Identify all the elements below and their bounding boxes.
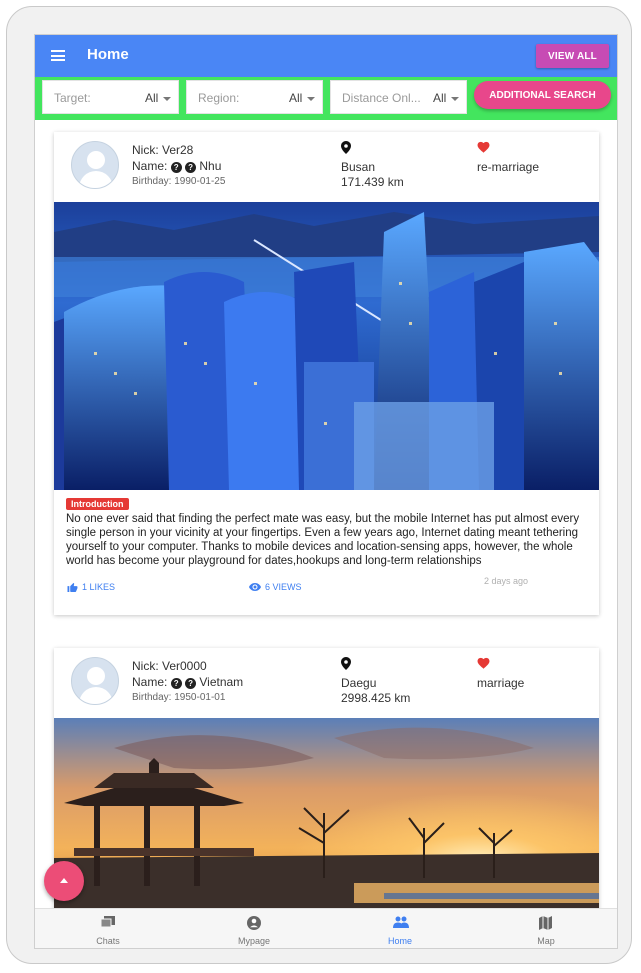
help-icon: ? [185, 162, 197, 173]
avatar[interactable] [71, 141, 119, 189]
purpose-text: re-marriage [477, 160, 540, 174]
arrow-up-icon [60, 878, 68, 883]
nav-home[interactable]: Home [327, 909, 473, 948]
additional-search-button[interactable]: ADDITIONAL SEARCH [474, 81, 611, 109]
target-select-label: Target: [54, 91, 91, 105]
scroll-top-button[interactable] [44, 861, 84, 901]
chevron-down-icon [451, 97, 459, 101]
name-value: Vietnam [199, 675, 244, 689]
purpose-info: re-marriage [477, 141, 539, 175]
chevron-down-icon [163, 97, 171, 101]
user-info: Nick: Ver28 Name: ? ? Nhu Birthday: 1990… [132, 142, 225, 190]
thumb-up-icon [67, 582, 78, 592]
avatar[interactable] [71, 657, 119, 705]
distance-text: 171.439 km [341, 175, 404, 189]
nav-chats[interactable]: Chats [35, 909, 181, 948]
post-date: 2 days ago [484, 576, 529, 586]
account-icon [247, 916, 261, 930]
heart-icon [477, 657, 490, 669]
name-line: Name: ? ? Vietnam [132, 674, 243, 690]
nick-text: Nick: Ver0000 [132, 659, 207, 673]
city-text: Busan [341, 160, 376, 174]
device-frame: Home VIEW ALL Target: All Region: All Di… [6, 6, 632, 964]
name-line: Name: ? ? Nhu [132, 158, 225, 174]
post-header: Nick: Ver0000 Name: ? ? Vietnam Birthday… [54, 648, 599, 718]
nav-chats-label: Chats [96, 936, 120, 946]
distance-select[interactable]: Distance Onl... All [330, 80, 467, 114]
birthday-text: Birthday: 1990-01-25 [132, 176, 226, 187]
nav-map[interactable]: Map [473, 909, 617, 948]
help-icon: ? [170, 162, 182, 173]
eye-icon [249, 583, 261, 591]
nav-mypage[interactable]: Mypage [181, 909, 327, 948]
pavilion-photo [54, 718, 599, 918]
city-text: Daegu [341, 676, 377, 690]
region-select-label: Region: [198, 91, 240, 105]
city-photo [54, 202, 599, 490]
heart-icon [477, 141, 490, 153]
name-label: Name: [132, 159, 168, 173]
distance-select-value: All [433, 91, 447, 105]
post-header: Nick: Ver28 Name: ? ? Nhu Birthday: 1990… [54, 132, 599, 202]
help-icon: ? [170, 678, 182, 689]
target-select-value: All [145, 91, 159, 105]
chevron-down-icon [307, 97, 315, 101]
target-select[interactable]: Target: All [42, 80, 179, 114]
region-select[interactable]: Region: All [186, 80, 323, 114]
introduction-badge: Introduction [66, 498, 129, 510]
people-icon [393, 916, 409, 928]
birthday-text: Birthday: 1950-01-01 [132, 692, 226, 703]
bottom-navigation: Chats Mypage Home Map [35, 908, 617, 948]
filter-bar: Target: All Region: All Distance Onl... … [35, 77, 617, 120]
purpose-info: marriage [477, 657, 524, 691]
map-icon [539, 916, 552, 930]
post-photo-daegu[interactable] [54, 718, 599, 918]
nick-text: Nick: Ver28 [132, 143, 194, 157]
distance-select-label: Distance Onl... [342, 91, 420, 105]
post-card[interactable]: Nick: Ver28 Name: ? ? Nhu Birthday: 1990… [54, 132, 599, 615]
nav-home-label: Home [387, 936, 412, 946]
app-screen: Home VIEW ALL Target: All Region: All Di… [34, 34, 618, 949]
chat-icon [101, 916, 115, 928]
views-indicator: 6 VIEWS [249, 582, 302, 592]
post-body: Introduction No one ever said that findi… [54, 490, 599, 615]
location-info: Daegu 2998.425 km [341, 657, 410, 706]
location-pin-icon [341, 657, 351, 670]
location-pin-icon [341, 141, 351, 154]
likes-button[interactable]: 1 LIKES [67, 582, 115, 592]
post-photo-busan[interactable] [54, 202, 599, 490]
location-info: Busan 171.439 km [341, 141, 404, 190]
user-info: Nick: Ver0000 Name: ? ? Vietnam Birthday… [132, 658, 243, 706]
nav-mypage-label: Mypage [237, 936, 271, 946]
nav-map-label: Map [537, 936, 555, 946]
distance-text: 2998.425 km [341, 691, 411, 705]
views-count: 6 VIEWS [265, 582, 302, 592]
name-label: Name: [132, 675, 168, 689]
app-bar: Home VIEW ALL [35, 35, 617, 77]
help-icon: ? [185, 678, 197, 689]
post-description: No one ever said that finding the perfec… [66, 513, 580, 567]
view-all-button[interactable]: VIEW ALL [536, 44, 609, 68]
post-card[interactable]: Nick: Ver0000 Name: ? ? Vietnam Birthday… [54, 648, 599, 918]
page-title: Home [87, 46, 129, 63]
region-select-value: All [289, 91, 303, 105]
name-value: Nhu [199, 159, 222, 173]
likes-count: 1 LIKES [82, 582, 116, 592]
purpose-text: marriage [477, 676, 525, 690]
menu-icon[interactable] [51, 50, 65, 61]
